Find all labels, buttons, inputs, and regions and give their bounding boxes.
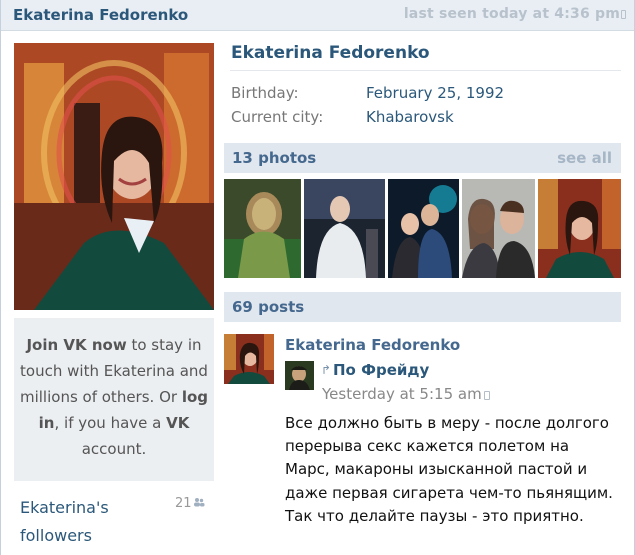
photo-thumbnail[interactable] — [462, 179, 535, 278]
repost-arrow-icon: ↱ — [321, 363, 332, 377]
photos-count-link[interactable]: 13 photos — [232, 149, 316, 167]
post-text: Все должно быть в меру - после долгого п… — [285, 414, 613, 525]
photos-section-header[interactable]: 13 photos see all — [224, 143, 621, 173]
post-author-avatar[interactable] — [224, 334, 274, 384]
join-text-3: account. — [81, 440, 147, 458]
header-name-link[interactable]: Ekaterina Fedorenko — [13, 6, 188, 24]
posts-section-header[interactable]: 69 posts — [224, 292, 621, 322]
followers-link[interactable]: Ekaterina's followers — [20, 494, 140, 550]
see-all-link[interactable]: see all — [557, 149, 612, 167]
profile-header: Ekaterina Fedorenko last seen today at 4… — [1, 0, 634, 31]
city-value[interactable]: Khabarovsk — [366, 108, 454, 126]
join-text-2: , if you have a — [54, 414, 167, 432]
birthday-label: Birthday: — [231, 84, 299, 102]
photo-thumbnail[interactable] — [538, 179, 621, 278]
repost-group-link[interactable]: По Фрейду — [333, 361, 429, 379]
join-vk-link[interactable]: Join VK now — [26, 336, 126, 354]
photo-thumbnail[interactable] — [304, 179, 385, 278]
mobile-phone-icon — [621, 10, 626, 19]
group-avatar[interactable] — [285, 361, 314, 390]
profile-name: Ekaterina Fedorenko — [231, 43, 430, 63]
posts-count-link[interactable]: 69 posts — [232, 298, 304, 316]
last-seen-status: last seen today at 4:36 pm — [403, 6, 620, 22]
people-icon — [194, 498, 205, 507]
vk-label: VK — [166, 414, 190, 432]
profile-page: Ekaterina Fedorenko last seen today at 4… — [0, 0, 635, 555]
divider — [230, 70, 621, 71]
mobile-phone-icon — [484, 391, 490, 400]
birthday-value[interactable]: February 25, 1992 — [366, 84, 504, 102]
photo-thumbnail[interactable] — [224, 179, 301, 278]
followers-count: 21 — [175, 496, 192, 511]
city-label: Current city: — [231, 108, 324, 126]
photo-thumbnail[interactable] — [388, 179, 459, 278]
post-timestamp-link[interactable]: Yesterday at 5:15 am — [322, 385, 482, 403]
post-author-link[interactable]: Ekaterina Fedorenko — [285, 336, 460, 354]
profile-photo[interactable] — [14, 43, 214, 310]
join-vk-box: Join VK now to stay in touch with Ekater… — [14, 318, 214, 481]
